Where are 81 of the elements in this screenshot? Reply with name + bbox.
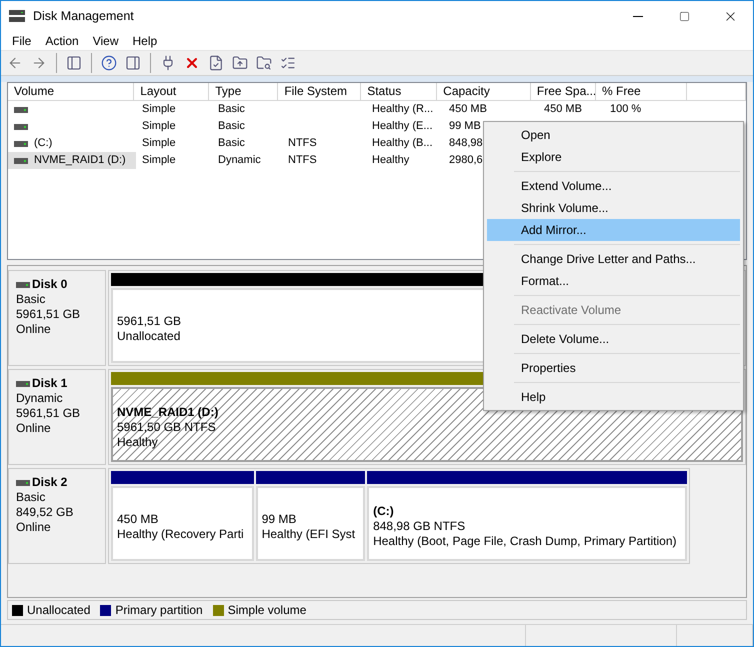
help-icon <box>101 55 117 72</box>
table-cell-text: Dynamic <box>218 153 261 168</box>
table-cell-text: Simple <box>142 136 176 151</box>
legend-label: Simple volume <box>228 603 306 617</box>
drive-icon <box>14 106 28 112</box>
folder-up-icon <box>232 55 248 72</box>
disk-size: 5961,51 GB <box>16 307 82 322</box>
column-header[interactable]: Volume <box>8 83 134 101</box>
menu-item[interactable]: Add Mirror... <box>487 219 740 241</box>
disk-size: 849,52 GB <box>16 505 74 520</box>
folder-search-icon <box>256 55 272 72</box>
document-check-icon <box>208 55 224 72</box>
disk-management-icon <box>9 9 25 23</box>
menu-item[interactable]: View <box>86 34 126 48</box>
table-cell-text: NTFS <box>288 153 317 168</box>
table-cell-text: 450 MB <box>544 102 582 117</box>
table-cell-text: Simple <box>142 102 176 117</box>
partition-block[interactable]: 450 MB Healthy (Recovery Parti <box>111 486 254 561</box>
menu-item[interactable]: File <box>5 34 38 48</box>
disk-type: Basic <box>16 292 46 307</box>
drive-icon <box>14 158 28 164</box>
column-header[interactable]: % Free <box>596 83 687 101</box>
disk-name: Disk 0 <box>16 277 105 292</box>
menu-item[interactable]: Delete Volume... <box>487 328 740 350</box>
disk-status: Online <box>16 520 52 535</box>
partition-block[interactable]: (C:) 848,98 GB NTFS Healthy (Boot, Page File, Crash Dump, Primary Partition) <box>367 486 687 561</box>
menu-item[interactable]: Help <box>487 386 740 408</box>
column-header[interactable]: Free Spa... <box>530 83 596 101</box>
menu-item[interactable]: Action <box>38 34 86 48</box>
column-header[interactable]: Status <box>361 83 438 101</box>
menu-item[interactable]: Change Drive Letter and Paths... <box>487 248 740 270</box>
drive-icon <box>16 282 30 288</box>
disk-type: Dynamic <box>16 391 64 406</box>
volume-name: NVME_RAID1 (D:) <box>33 153 127 168</box>
menu-item[interactable]: Open <box>487 124 740 146</box>
table-cell-text: Healthy (B... <box>372 136 433 151</box>
disk-name: Disk 1 <box>16 376 105 391</box>
drive-icon <box>16 480 30 486</box>
disk-status: Online <box>16 322 52 337</box>
table-cell-text: Healthy (R... <box>372 102 434 117</box>
table-cell-text: 100 % <box>610 102 642 117</box>
menu-item[interactable]: Extend Volume... <box>487 175 740 197</box>
drive-icon <box>16 380 30 386</box>
table-cell-text: 848,98 <box>449 136 483 151</box>
legend-label: Unallocated <box>27 603 90 617</box>
table-cell-text: Basic <box>218 102 245 117</box>
column-header[interactable]: Capacity <box>437 83 531 101</box>
volume-row-selection[interactable]: NVME_RAID1 (D:) <box>8 152 136 169</box>
table-cell-text: Healthy (E... <box>372 119 433 134</box>
table-cell-text: 99 MB <box>449 119 481 134</box>
disk-type: Basic <box>16 490 46 505</box>
disk-info-panel[interactable]: Disk 1 Dynamic 5961,51 GB Online <box>8 369 106 465</box>
disk-size: 5961,51 GB <box>16 406 82 421</box>
table-cell-text: Basic <box>218 119 245 134</box>
disk-info-panel[interactable]: Disk 0 Basic 5961,51 GB Online <box>8 270 106 366</box>
maximize-icon <box>678 10 690 22</box>
volume-row-selection[interactable]: (C:) <box>8 135 136 152</box>
disk-info-panel[interactable]: Disk 2 Basic 849,52 GB Online <box>8 468 106 564</box>
panel-icon <box>125 55 141 72</box>
column-header[interactable]: Type <box>209 83 278 101</box>
menu-item[interactable]: Explore <box>487 146 740 168</box>
drive-icon <box>14 124 28 130</box>
table-cell-text: Healthy <box>372 153 410 168</box>
table-cell-text: 450 MB <box>449 102 487 117</box>
table-cell-text: NTFS <box>288 136 317 151</box>
column-header[interactable]: Layout <box>134 83 210 101</box>
table-cell-text: Basic <box>218 136 245 151</box>
disk-name: Disk 2 <box>16 475 105 490</box>
menu-item[interactable]: Shrink Volume... <box>487 197 740 219</box>
column-header[interactable]: File System <box>278 83 362 101</box>
menu-item[interactable]: Help <box>126 34 164 48</box>
drive-icon <box>14 140 28 146</box>
table-cell-text: Simple <box>142 153 176 168</box>
panel-icon <box>66 55 82 72</box>
window-title: Disk Management <box>33 9 135 23</box>
table-cell-text: 2980,6 <box>449 153 483 168</box>
disk-status: Online <box>16 421 52 436</box>
volume-name: (C:) <box>33 136 54 151</box>
legend-label: Primary partition <box>115 603 203 617</box>
partition-block[interactable]: 99 MB Healthy (EFI Syst <box>256 486 366 561</box>
table-cell-text: Simple <box>142 119 176 134</box>
